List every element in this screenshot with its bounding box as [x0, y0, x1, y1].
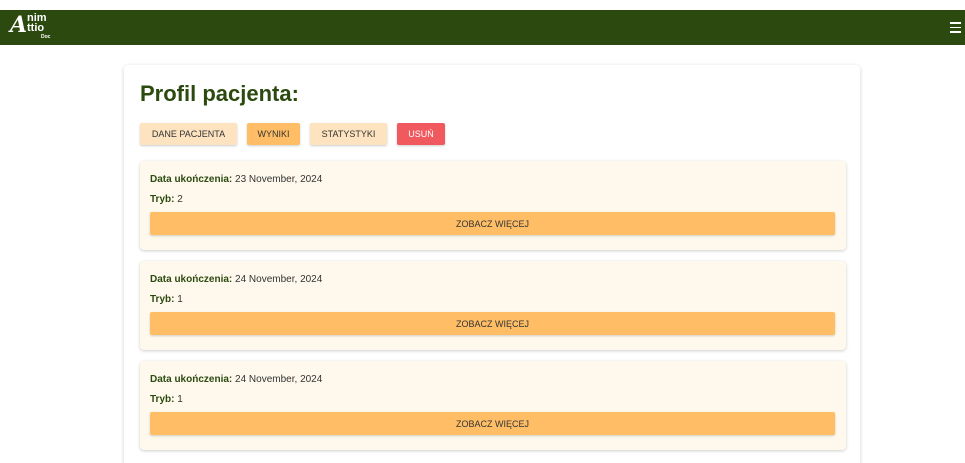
completion-date-value: 23 November, 2024	[232, 174, 323, 185]
see-more-button[interactable]: ZOBACZ WIĘCEJ	[150, 212, 835, 235]
mode-label: Tryb:	[150, 194, 175, 205]
mode-label: Tryb:	[150, 394, 175, 405]
completion-date: Data ukończenia: 23 November, 2024	[150, 174, 322, 186]
menu-icon-bar	[950, 31, 961, 33]
completion-date-label: Data ukończenia:	[150, 274, 233, 285]
mode: Tryb: 1	[150, 394, 183, 406]
mode-value: 2	[174, 194, 183, 205]
navbar: A nim ttio Doc	[0, 10, 965, 45]
delete-button[interactable]: USUŃ	[397, 123, 445, 145]
see-more-button[interactable]: ZOBACZ WIĘCEJ	[150, 312, 835, 335]
logo-text-line3: Doc	[41, 34, 51, 40]
completion-date: Data ukończenia: 24 November, 2024	[150, 374, 322, 386]
patient-profile-card: Profil pacjenta: DANE PACJENTA WYNIKI ST…	[124, 65, 860, 463]
logo[interactable]: A nim ttio Doc	[10, 12, 70, 43]
completion-date-value: 24 November, 2024	[232, 274, 323, 285]
mode: Tryb: 2	[150, 194, 183, 206]
page-title: Profil pacjenta:	[140, 81, 299, 106]
menu-icon-bar	[950, 26, 961, 29]
result-card: Data ukończenia: 24 November, 2024 Tryb:…	[140, 261, 846, 350]
result-card: Data ukończenia: 23 November, 2024 Tryb:…	[140, 161, 846, 250]
see-more-button[interactable]: ZOBACZ WIĘCEJ	[150, 412, 835, 435]
completion-date-value: 24 November, 2024	[232, 374, 323, 385]
tab-statistics[interactable]: STATYSTYKI	[310, 123, 387, 145]
completion-date: Data ukończenia: 24 November, 2024	[150, 274, 322, 286]
mode: Tryb: 1	[150, 294, 183, 306]
tab-results[interactable]: WYNIKI	[247, 123, 300, 145]
result-card: Data ukończenia: 24 November, 2024 Tryb:…	[140, 361, 846, 450]
tab-patient-data[interactable]: DANE PACJENTA	[140, 123, 237, 145]
logo-letter: A	[10, 12, 28, 38]
logo-text-line2: ttio	[27, 22, 45, 34]
menu-icon[interactable]	[950, 21, 961, 34]
page: A nim ttio Doc Profil pacjenta: DANE PAC…	[0, 0, 965, 463]
mode-label: Tryb:	[150, 294, 175, 305]
menu-icon-bar	[950, 22, 961, 24]
mode-value: 1	[174, 394, 183, 405]
mode-value: 1	[174, 294, 183, 305]
completion-date-label: Data ukończenia:	[150, 174, 233, 185]
completion-date-label: Data ukończenia:	[150, 374, 233, 385]
